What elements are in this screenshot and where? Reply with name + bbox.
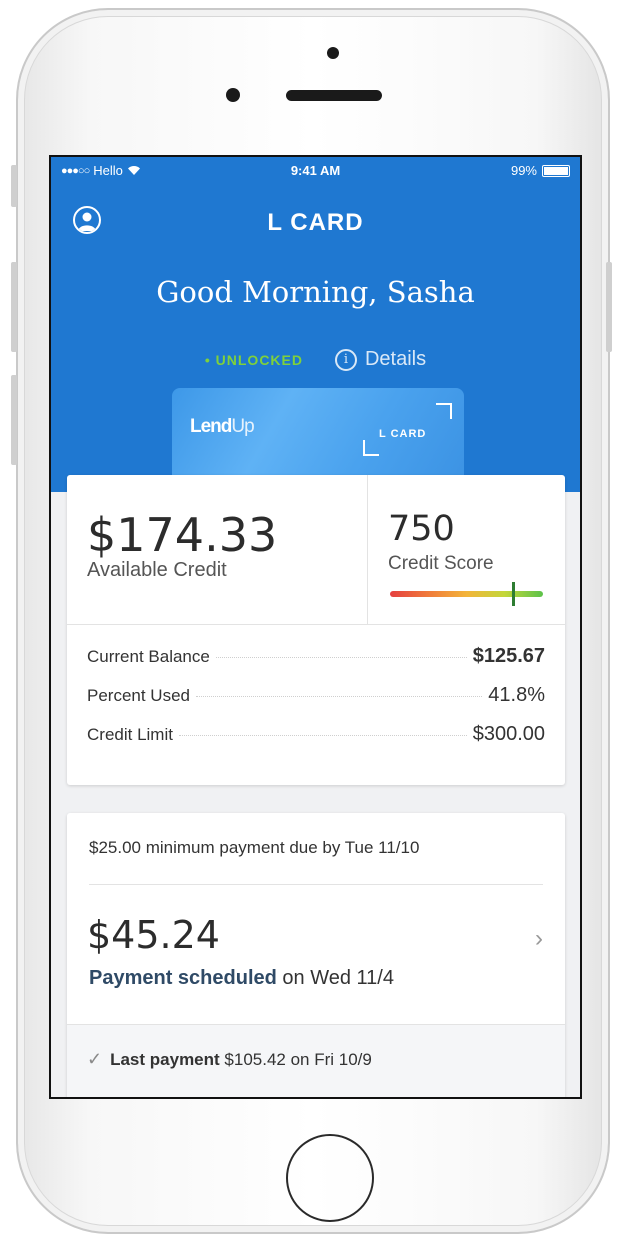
card-corner-mark	[436, 403, 452, 419]
available-credit: $174.33 Available Credit	[87, 509, 277, 582]
power-button	[606, 262, 612, 352]
chevron-right-icon[interactable]: ›	[535, 925, 543, 953]
payment-card[interactable]: $25.00 minimum payment due by Tue 11/10 …	[67, 813, 565, 1097]
page-title: L CARD	[267, 209, 364, 236]
credit-score: 750 Credit Score	[388, 509, 494, 575]
status-bar: ●●●○○ Hello 9:41 AM 99%	[51, 157, 580, 183]
details-link[interactable]: i Details	[334, 348, 427, 371]
credit-score-value: 750	[388, 509, 455, 549]
stat-row-current-balance: Current Balance $125.67	[87, 645, 545, 684]
scheduled-amount: $45.24	[87, 913, 220, 957]
card-status-row: • UNLOCKED i Details	[51, 348, 580, 371]
details-label: Details	[364, 348, 427, 370]
divider	[367, 475, 368, 624]
available-amount: $174.33	[87, 508, 278, 562]
check-icon: ✓	[87, 1049, 103, 1069]
proximity-sensor	[327, 47, 339, 59]
stat-value: $300.00	[472, 723, 545, 745]
summary-top: $174.33 Available Credit 750 Credit Scor…	[67, 475, 565, 625]
mute-switch	[11, 165, 17, 207]
battery-icon	[542, 164, 570, 177]
home-button[interactable]	[286, 1134, 374, 1222]
stat-label: Percent Used	[87, 686, 190, 705]
battery-percent: 99%	[510, 163, 537, 178]
card-corner-mark	[363, 440, 379, 456]
scheduled-text: Payment scheduled on Wed 11/4	[89, 967, 394, 989]
credit-summary-card: $174.33 Available Credit 750 Credit Scor…	[67, 475, 565, 785]
greeting-text: Good Morning, Sasha	[156, 275, 475, 309]
stat-value: $125.67	[472, 645, 545, 667]
divider	[89, 884, 543, 885]
balance-details: Current Balance $125.67 Percent Used 41.…	[87, 645, 545, 762]
info-circle-icon: i	[334, 348, 357, 371]
stat-label: Current Balance	[87, 647, 210, 666]
app-screen: ●●●○○ Hello 9:41 AM 99% L CARD Good Morn…	[49, 155, 582, 1099]
last-payment-text: ✓ Last payment $105.42 on Fri 10/9	[87, 1049, 372, 1069]
credit-score-label: Credit Score	[388, 553, 494, 574]
volume-down-button	[11, 375, 17, 465]
stat-value: 41.8%	[488, 684, 545, 706]
status-time: 9:41 AM	[290, 163, 341, 178]
last-payment-row: ✓ Last payment $105.42 on Fri 10/9	[67, 1024, 565, 1097]
front-camera	[226, 88, 240, 102]
minimum-payment-due: $25.00 minimum payment due by Tue 11/10	[89, 838, 420, 857]
volume-up-button	[11, 262, 17, 352]
stat-label: Credit Limit	[87, 725, 173, 744]
card-brand-label: L CARD	[379, 428, 427, 440]
earpiece-speaker	[286, 90, 382, 101]
credit-score-marker	[512, 582, 515, 606]
available-label: Available Credit	[87, 559, 227, 581]
lendup-logo: LendUp	[190, 416, 255, 437]
unlocked-badge: • UNLOCKED	[204, 351, 303, 368]
stat-row-percent-used: Percent Used 41.8%	[87, 684, 545, 723]
credit-score-meter	[390, 591, 543, 597]
stat-row-credit-limit: Credit Limit $300.00	[87, 723, 545, 762]
